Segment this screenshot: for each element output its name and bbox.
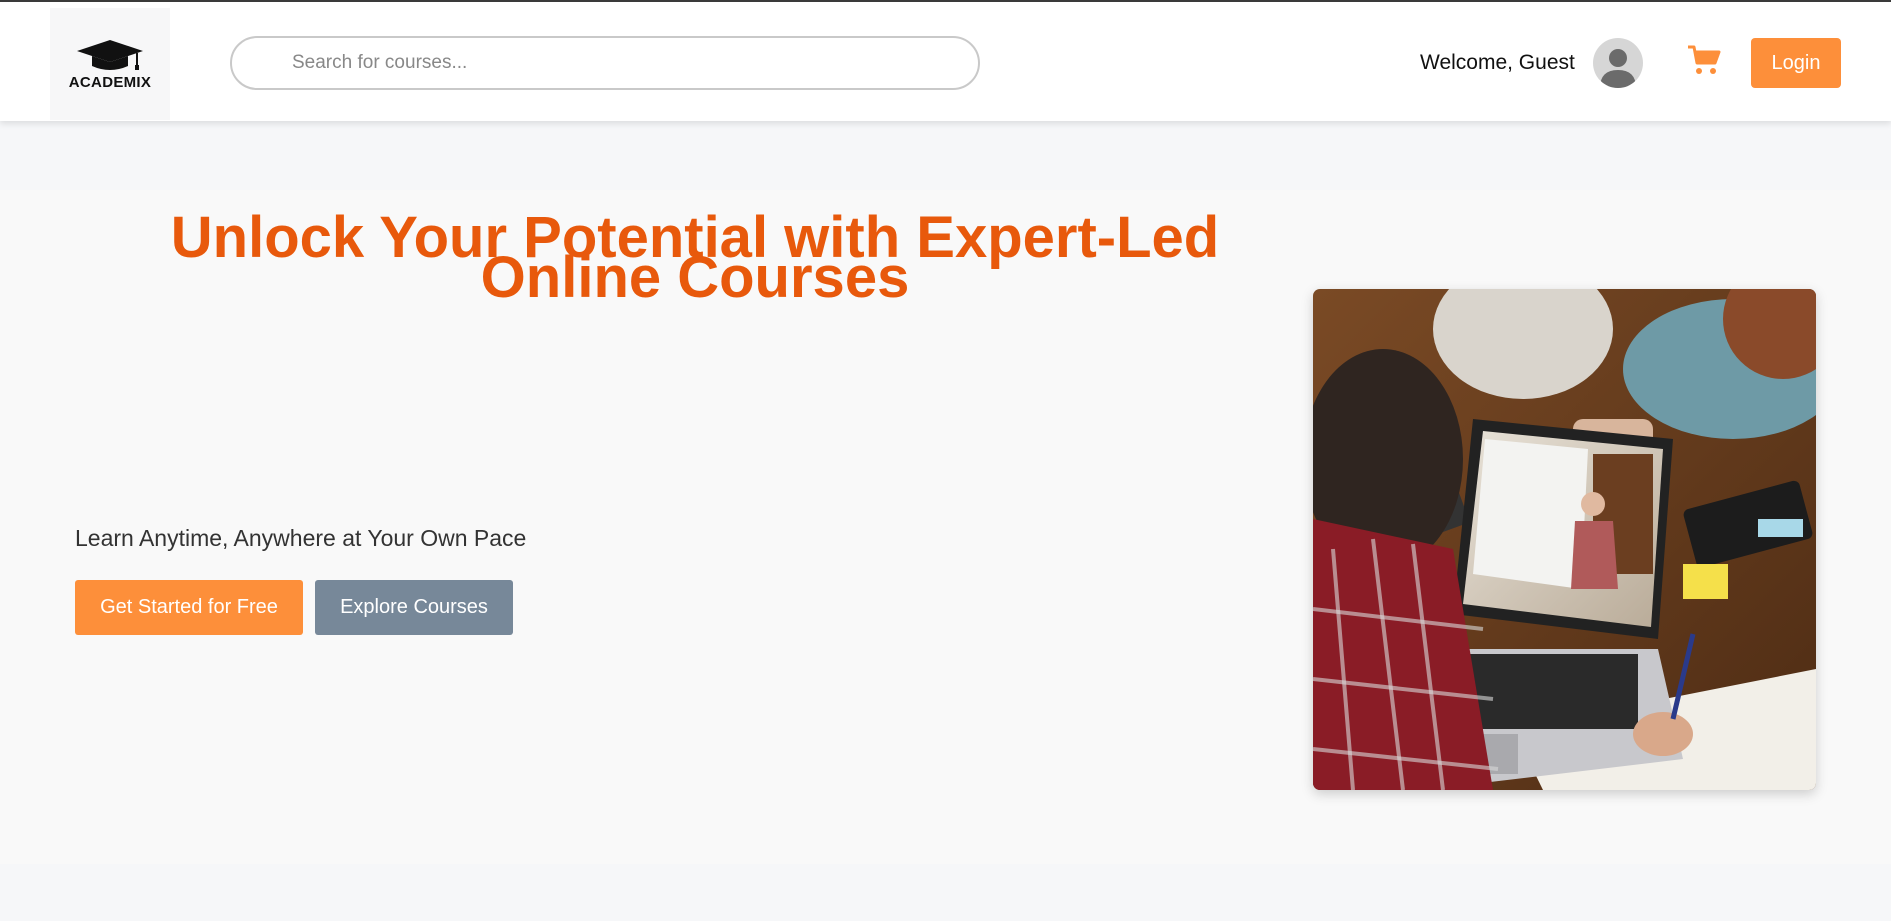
hero-title: Unlock Your Potential with Expert-Led On…	[70, 209, 1320, 307]
search-input[interactable]	[230, 36, 980, 90]
hero-image	[1313, 289, 1816, 790]
welcome-text: Welcome, Guest	[1420, 51, 1575, 74]
hero-title-line2: Online Courses	[480, 245, 910, 310]
shopping-cart-icon[interactable]	[1686, 42, 1722, 78]
login-button[interactable]: Login	[1751, 38, 1841, 88]
graduation-cap-icon	[77, 39, 143, 70]
top-navbar: ACADEMIX Welcome, Guest Login	[0, 0, 1891, 121]
user-avatar-icon[interactable]	[1593, 38, 1643, 88]
hero-subtitle: Learn Anytime, Anywhere at Your Own Pace	[75, 525, 527, 551]
brand-name: ACADEMIX	[68, 73, 152, 91]
get-started-button[interactable]: Get Started for Free	[75, 580, 303, 635]
explore-courses-button[interactable]: Explore Courses	[315, 580, 513, 635]
brand-logo[interactable]: ACADEMIX	[50, 8, 170, 120]
